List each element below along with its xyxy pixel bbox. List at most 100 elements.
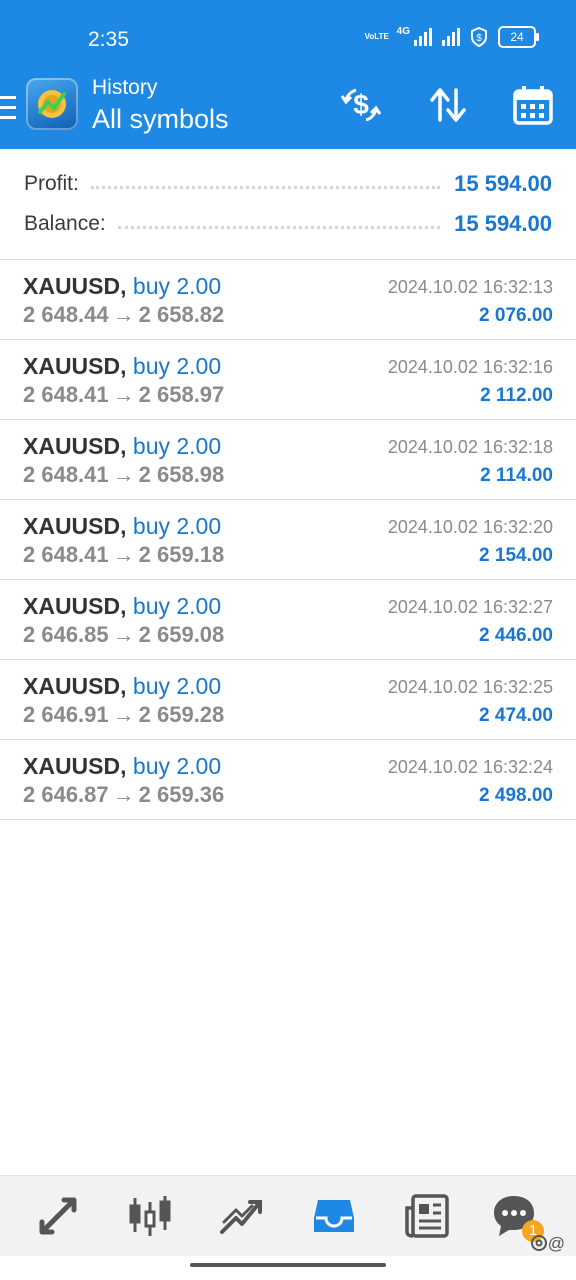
trade-time: 2024.10.02 16:32:24	[387, 757, 553, 777]
quotes-icon[interactable]	[34, 1192, 82, 1240]
trade-prices: 2 646.91 → 2 659.28	[23, 702, 224, 728]
divider-dots	[117, 225, 441, 229]
close-price: 2 659.18	[138, 542, 225, 567]
arrow-icon: →	[112, 382, 135, 407]
balance-row: Balance: 15 594.00	[24, 209, 552, 239]
currency-exchange-icon[interactable]: $	[340, 84, 382, 126]
open-price: 2 646.91	[23, 702, 109, 727]
trade-symbol: XAUUSD, buy 2.00	[23, 273, 222, 299]
news-icon[interactable]	[403, 1192, 451, 1240]
trade-side: buy 2.00	[132, 353, 222, 379]
trade-side: buy 2.00	[132, 753, 222, 779]
profit-value: 15 594.00	[454, 171, 552, 196]
trade-side: buy 2.00	[132, 593, 222, 619]
sort-icon[interactable]	[427, 84, 469, 126]
trade-profit: 2 498.00	[479, 785, 553, 806]
open-price: 2 648.41	[23, 462, 109, 487]
trade-profit: 2 474.00	[479, 705, 553, 726]
close-price: 2 659.36	[138, 782, 225, 807]
threads-logo	[530, 1235, 547, 1251]
trade-prices: 2 646.85 → 2 659.08	[23, 622, 224, 648]
chart-icon[interactable]	[126, 1192, 174, 1240]
open-price: 2 646.87	[23, 782, 109, 807]
symbols-selector[interactable]: All symbols	[92, 104, 229, 135]
close-price: 2 658.98	[138, 462, 225, 487]
app-logo	[26, 78, 78, 130]
signal-icon-2	[442, 28, 460, 46]
status-icons: VoLTE 4G $ 24	[364, 26, 539, 48]
balance-label: Balance:	[24, 212, 106, 235]
arrow-icon: →	[112, 302, 135, 327]
trade-side: buy 2.00	[132, 273, 222, 299]
trade-prices: 2 648.41 → 2 658.97	[23, 382, 224, 408]
arrow-icon: →	[112, 542, 135, 567]
shield-icon: $	[471, 27, 487, 47]
trade-symbol: XAUUSD, buy 2.00	[23, 753, 222, 779]
trade-side: buy 2.00	[132, 513, 222, 539]
trade-time: 2024.10.02 16:32:20	[387, 517, 553, 537]
arrow-icon: →	[112, 622, 135, 647]
divider-dots	[90, 185, 441, 189]
trade-time: 2024.10.02 16:32:16	[387, 357, 553, 377]
arrow-icon: →	[112, 462, 135, 487]
signal-icon	[414, 28, 432, 46]
toolbar: History All symbols $	[0, 72, 576, 149]
toolbar-subtitle: History	[92, 76, 158, 99]
open-price: 2 648.41	[23, 382, 109, 407]
open-price: 2 646.85	[23, 622, 109, 647]
chat-icon[interactable]: 1	[490, 1192, 544, 1242]
svg-text:$: $	[353, 89, 369, 120]
profit-label: Profit:	[24, 172, 79, 195]
trade-prices: 2 648.41 → 2 659.18	[23, 542, 224, 568]
watermark: @	[530, 1234, 566, 1254]
trade-prices: 2 648.41 → 2 658.98	[23, 462, 224, 488]
trade-row[interactable]: XAUUSD, buy 2.00 2 646.87 → 2 659.36 2024.…	[0, 740, 576, 820]
trade-prices: 2 648.44 → 2 658.82	[23, 302, 224, 328]
arrow-icon: →	[112, 702, 135, 727]
trade-symbol: XAUUSD, buy 2.00	[23, 513, 222, 539]
trade-profit: 2 446.00	[479, 625, 553, 646]
trade-symbol: XAUUSD, buy 2.00	[23, 433, 222, 459]
trade-profit: 2 154.00	[479, 545, 553, 566]
trade-icon[interactable]	[218, 1192, 266, 1240]
close-price: 2 658.82	[138, 302, 225, 327]
trade-list: XAUUSD, buy 2.00 2 648.44 → 2 658.82 2024.…	[0, 260, 576, 820]
trade-row[interactable]: XAUUSD, buy 2.00 2 648.41 → 2 659.18 2024.…	[0, 500, 576, 580]
status-time: 2:35	[88, 28, 129, 51]
menu-icon[interactable]	[0, 90, 18, 130]
trade-row[interactable]: XAUUSD, buy 2.00 2 646.91 → 2 659.28 2024.…	[0, 660, 576, 740]
trade-prices: 2 646.87 → 2 659.36	[23, 782, 224, 808]
network-type: 4G	[396, 26, 410, 37]
trade-symbol: XAUUSD, buy 2.00	[23, 353, 222, 379]
profit-row: Profit: 15 594.00	[24, 169, 552, 199]
trade-profit: 2 076.00	[479, 305, 553, 326]
trade-time: 2024.10.02 16:32:27	[387, 597, 553, 617]
trade-symbol: XAUUSD, buy 2.00	[23, 673, 222, 699]
arrow-icon: →	[112, 782, 135, 807]
trade-row[interactable]: XAUUSD, buy 2.00 2 648.41 → 2 658.97 2024.…	[0, 340, 576, 420]
calendar-icon[interactable]	[512, 84, 554, 126]
summary-panel: Profit: 15 594.00 Balance: 15 594.00	[0, 149, 576, 260]
trade-row[interactable]: XAUUSD, buy 2.00 2 646.85 → 2 659.08 2024.…	[0, 580, 576, 660]
trade-symbol: XAUUSD, buy 2.00	[23, 593, 222, 619]
home-indicator[interactable]	[190, 1263, 386, 1267]
trade-profit: 2 114.00	[480, 465, 553, 486]
balance-value: 15 594.00	[454, 211, 552, 236]
bottom-nav: 1	[0, 1175, 576, 1256]
close-price: 2 659.08	[138, 622, 225, 647]
watermark-text: @	[547, 1234, 566, 1253]
battery-icon: 24	[498, 26, 539, 48]
trade-time: 2024.10.02 16:32:13	[387, 277, 553, 297]
close-price: 2 658.97	[138, 382, 225, 407]
trade-side: buy 2.00	[132, 673, 222, 699]
history-icon[interactable]	[310, 1192, 358, 1240]
trade-row[interactable]: XAUUSD, buy 2.00 2 648.41 → 2 658.98 2024.…	[0, 420, 576, 500]
trade-side: buy 2.00	[132, 433, 222, 459]
trade-profit: 2 112.00	[480, 385, 553, 406]
close-price: 2 659.28	[138, 702, 225, 727]
trade-row[interactable]: XAUUSD, buy 2.00 2 648.44 → 2 658.82 2024.…	[0, 260, 576, 340]
open-price: 2 648.44	[23, 302, 109, 327]
volte-icon: VoLTE	[364, 32, 389, 41]
trade-time: 2024.10.02 16:32:18	[387, 437, 553, 457]
open-price: 2 648.41	[23, 542, 109, 567]
